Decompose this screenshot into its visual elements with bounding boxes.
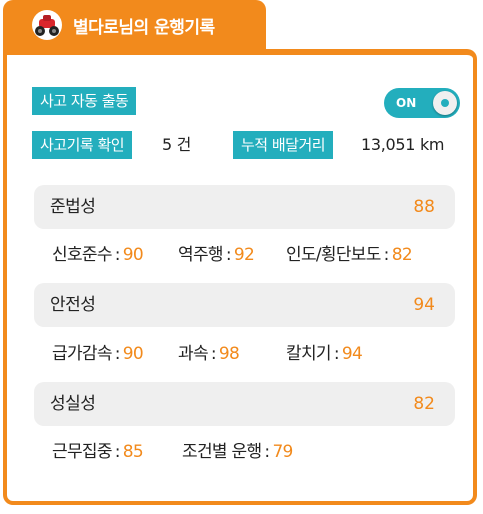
metric-value: 90 <box>122 245 144 265</box>
metric-speeding: 과속:98 <box>178 344 240 364</box>
metric-value: 94 <box>341 344 363 364</box>
metric-label: 과속 <box>178 344 209 364</box>
metric-value: 98 <box>218 344 240 364</box>
auto-dispatch-toggle[interactable]: ON <box>384 88 460 118</box>
section-compliance: 준법성 88 <box>34 185 455 229</box>
metric-value: 92 <box>233 245 255 265</box>
metric-value: 82 <box>391 245 413 265</box>
metric-value: 90 <box>122 344 144 364</box>
distance-label: 누적 배달거리 <box>233 131 334 159</box>
record-tab[interactable]: 별다로님의 운행기록 <box>3 0 266 50</box>
metric-label: 신호준수 <box>52 245 112 265</box>
section-name: 성실성 <box>50 394 96 414</box>
metric-work-focus: 근무집중:85 <box>52 442 144 462</box>
metric-signal: 신호준수:90 <box>52 245 144 265</box>
section-name: 준법성 <box>50 197 96 217</box>
metric-acceleration: 급가감속:90 <box>52 344 144 364</box>
toggle-knob <box>433 91 457 115</box>
section-name: 안전성 <box>50 295 96 315</box>
section-safety: 안전성 94 <box>34 283 455 327</box>
metric-weaving: 칼치기:94 <box>286 344 363 364</box>
metric-label: 근무집중 <box>52 442 112 462</box>
metric-sidewalk: 인도/횡단보도:82 <box>286 245 413 265</box>
toggle-state-text: ON <box>396 96 417 110</box>
distance-value: 13,051 km <box>361 135 445 154</box>
accident-check-button[interactable]: 사고기록 확인 <box>32 131 133 159</box>
accident-count: 5 건 <box>162 135 192 154</box>
metric-label: 조건별 운행 <box>182 442 262 462</box>
section-score: 94 <box>413 295 435 315</box>
metric-conditional-driving: 조건별 운행:79 <box>182 442 293 462</box>
page-title: 별다로님의 운행기록 <box>73 17 215 38</box>
metric-label: 급가감속 <box>52 344 112 364</box>
metric-label: 인도/횡단보도 <box>286 245 381 265</box>
motorcycle-icon <box>32 10 62 40</box>
auto-dispatch-label: 사고 자동 출동 <box>32 87 137 115</box>
metric-label: 칼치기 <box>286 344 332 364</box>
section-diligence: 성실성 82 <box>34 382 455 426</box>
metric-wrong-way: 역주행:92 <box>178 245 255 265</box>
driving-record-panel: 사고 자동 출동 ON 사고기록 확인 5 건 누적 배달거리 13,051 k… <box>3 49 477 505</box>
section-score: 82 <box>413 394 435 414</box>
section-score: 88 <box>413 197 435 217</box>
metric-value: 85 <box>122 442 144 462</box>
metric-value: 79 <box>272 442 293 462</box>
metric-label: 역주행 <box>178 245 224 265</box>
